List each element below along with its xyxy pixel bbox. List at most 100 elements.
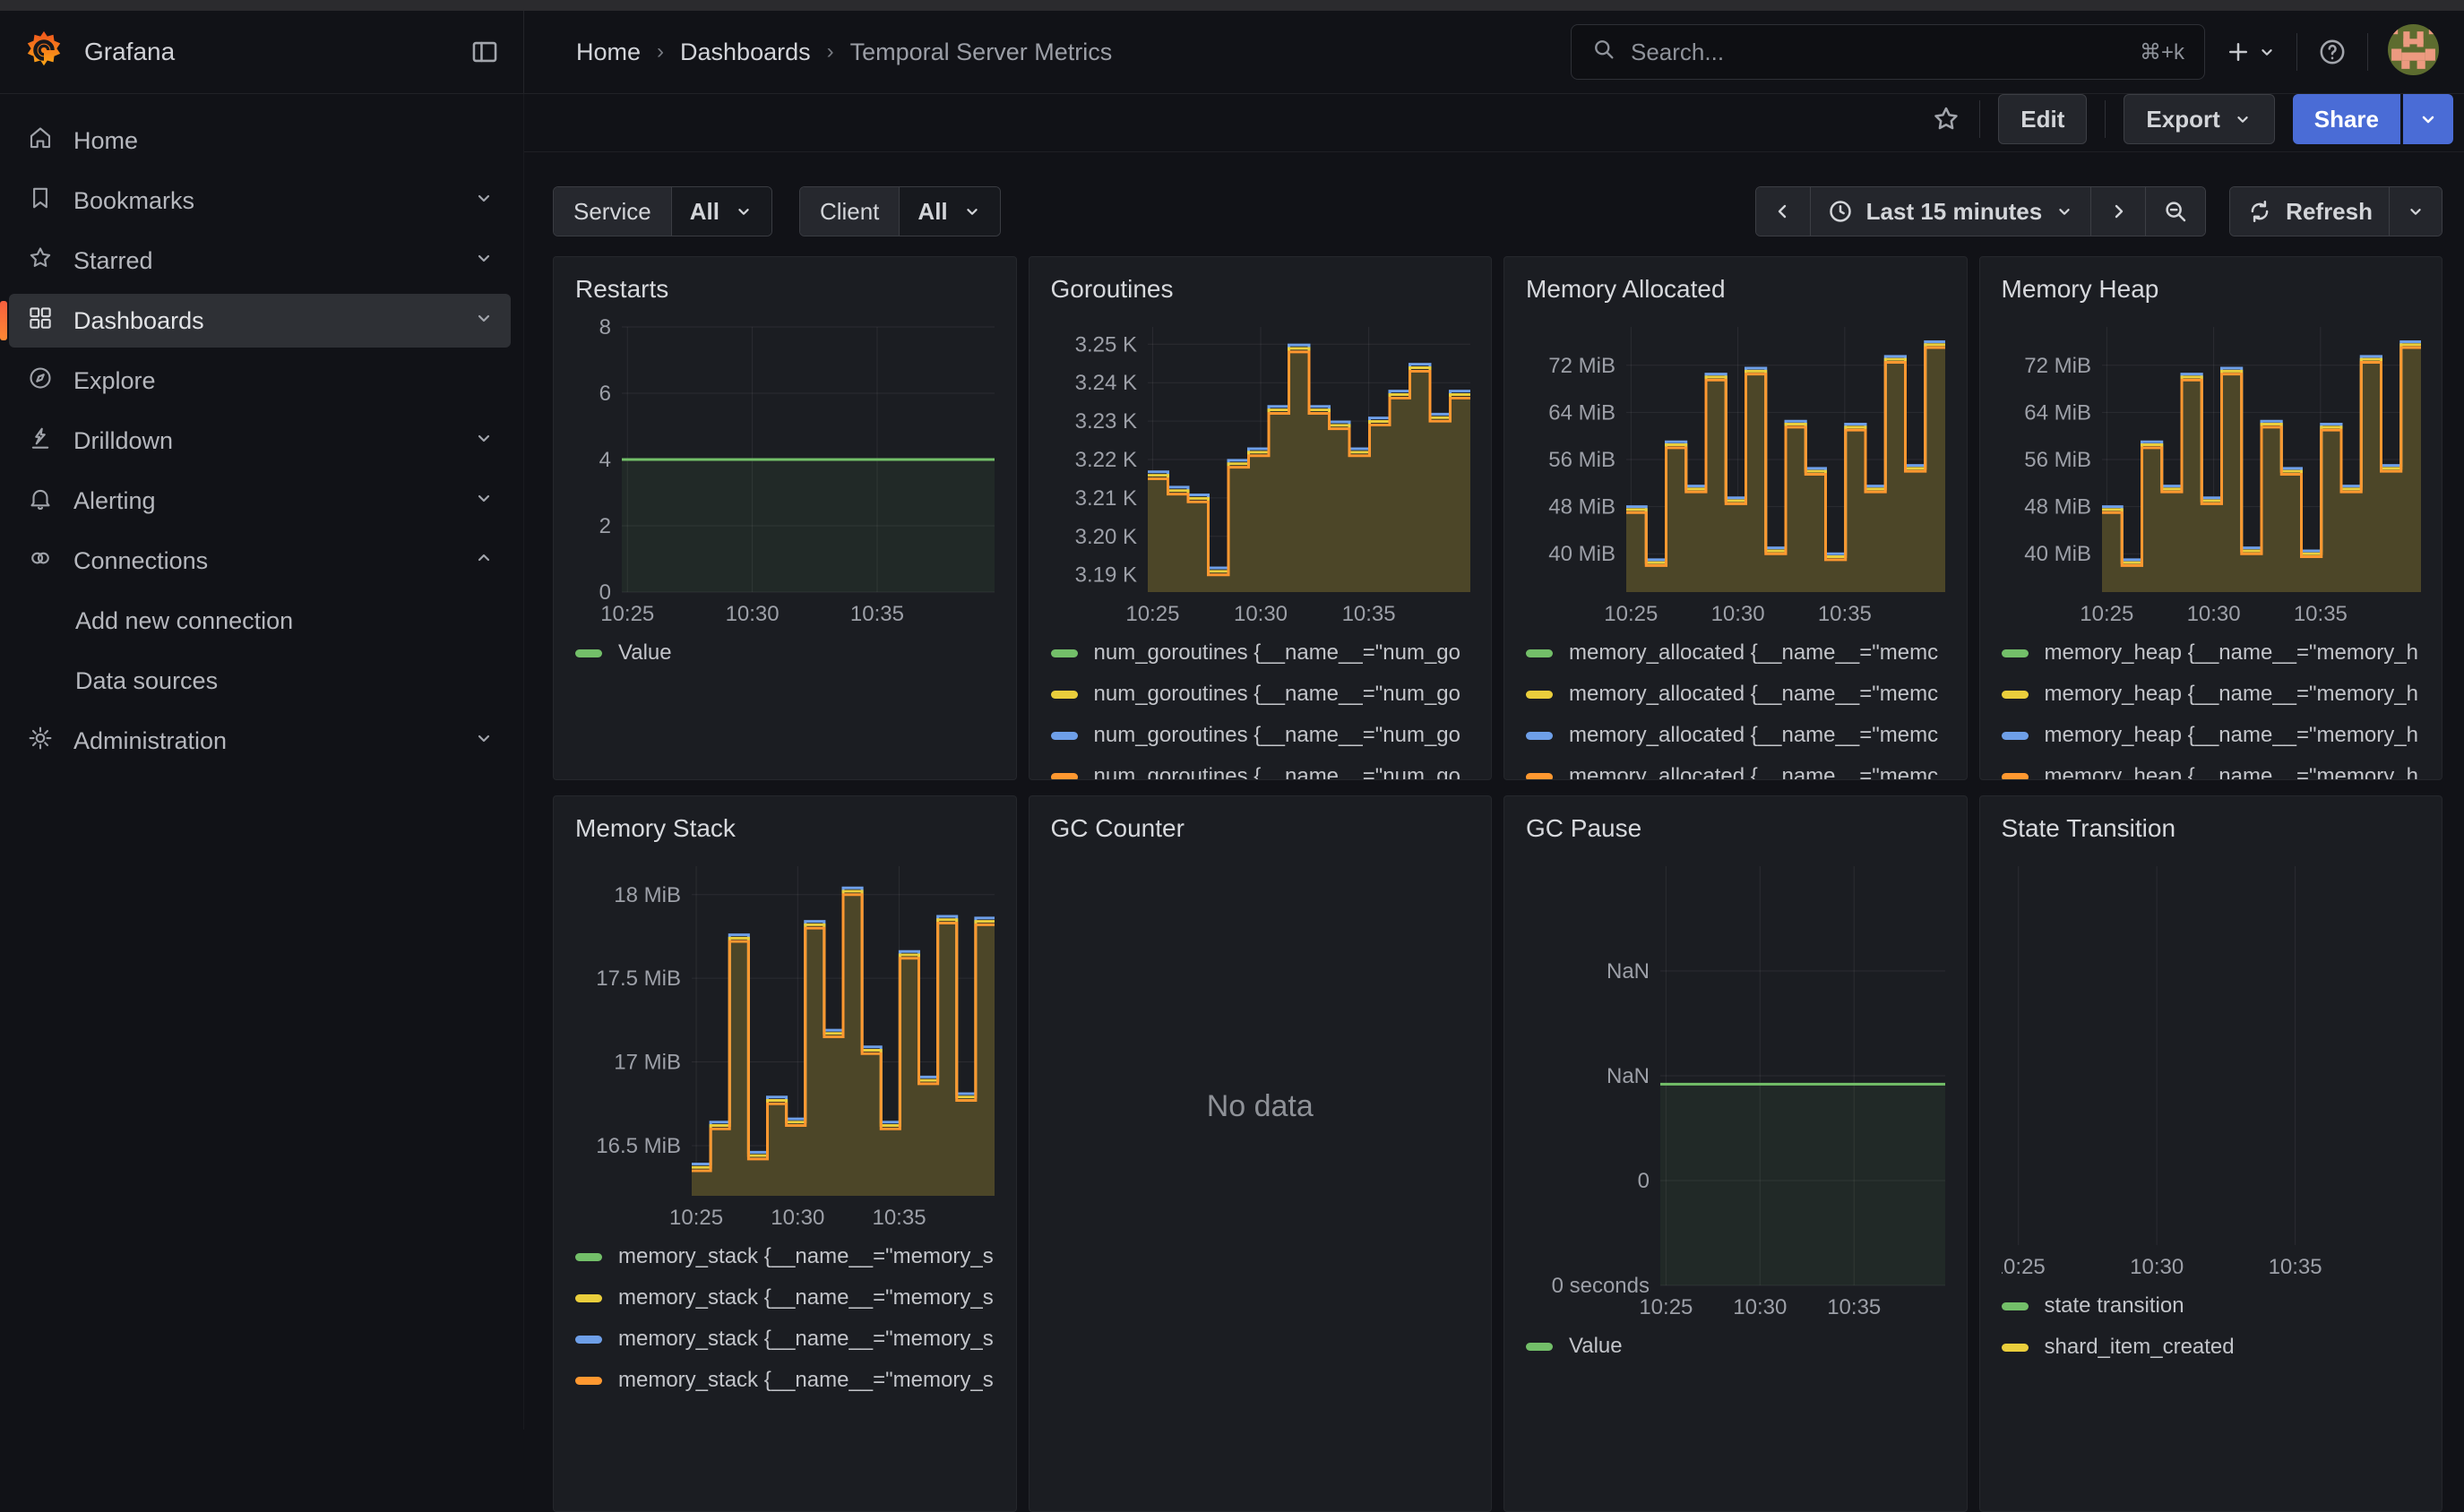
legend-item[interactable]: memory_allocated {__name__="memc: [1526, 674, 1945, 715]
legend-item[interactable]: memory_heap {__name__="memory_h: [2002, 756, 2421, 780]
help-button[interactable]: [2317, 37, 2348, 67]
svg-text:64 MiB: 64 MiB: [2024, 400, 2091, 425]
edit-button[interactable]: Edit: [1998, 94, 2087, 144]
sidebar-toggle-button[interactable]: [470, 37, 500, 67]
chevron-down-icon: [2417, 108, 2439, 130]
legend-label: memory_heap {__name__="memory_h: [2045, 723, 2418, 748]
client-filter[interactable]: Client All: [799, 186, 1001, 236]
legend-label: num_goroutines {__name__="num_go: [1094, 640, 1461, 666]
panel-title[interactable]: Memory Stack: [575, 814, 995, 843]
sidebar-item-dashboards[interactable]: Dashboards: [9, 294, 511, 348]
legend-item[interactable]: num_goroutines {__name__="num_go: [1051, 632, 1470, 674]
share-button[interactable]: Share: [2293, 94, 2400, 144]
svg-text:56 MiB: 56 MiB: [2024, 448, 2091, 472]
legend-item[interactable]: memory_allocated {__name__="memc: [1526, 632, 1945, 674]
sidebar-item-data-sources[interactable]: Data sources: [9, 654, 511, 708]
legend-label: Value: [618, 640, 672, 666]
export-button[interactable]: Export: [2124, 94, 2274, 144]
user-avatar[interactable]: [2388, 24, 2439, 80]
search-icon: [1591, 37, 1616, 62]
svg-text:10:30: 10:30: [1711, 602, 1765, 626]
legend-item[interactable]: memory_stack {__name__="memory_s: [575, 1360, 995, 1401]
home-icon: [27, 125, 54, 158]
legend-item[interactable]: memory_heap {__name__="memory_h: [2002, 674, 2421, 715]
chevron-down-icon[interactable]: [473, 307, 495, 335]
panel-title[interactable]: Memory Allocated: [1526, 275, 1945, 304]
chevron-down-icon[interactable]: [473, 487, 495, 515]
sidebar-item-connections[interactable]: Connections: [9, 534, 511, 588]
top-nav: Grafana Home › Dashboards › Temporal Ser…: [0, 11, 2464, 94]
legend-label: memory_heap {__name__="memory_h: [2045, 764, 2418, 780]
service-filter[interactable]: Service All: [553, 186, 772, 236]
search-box[interactable]: ⌘+k: [1571, 24, 2205, 80]
legend-item[interactable]: num_goroutines {__name__="num_go: [1051, 674, 1470, 715]
legend-item[interactable]: memory_stack {__name__="memory_s: [575, 1277, 995, 1319]
time-range-picker[interactable]: Last 15 minutes: [1810, 187, 2091, 236]
chevron-down-icon[interactable]: [473, 187, 495, 215]
legend-item[interactable]: num_goroutines {__name__="num_go: [1051, 756, 1470, 780]
svg-text:10:30: 10:30: [771, 1206, 824, 1230]
svg-text:3.22 K: 3.22 K: [1074, 448, 1136, 472]
breadcrumb-dashboards[interactable]: Dashboards: [680, 39, 811, 66]
window-top-strip: [0, 0, 2464, 11]
sidebar-item-starred[interactable]: Starred: [9, 234, 511, 288]
time-shift-forward-button[interactable]: [2090, 187, 2145, 236]
chart-memory-stack: 10:2510:3010:3518 MiB17.5 MiB17 MiB16.5 …: [575, 855, 995, 1232]
time-shift-back-button[interactable]: [1756, 187, 1810, 236]
legend-item[interactable]: memory_allocated {__name__="memc: [1526, 756, 1945, 780]
panel-title[interactable]: State Transition: [2002, 814, 2421, 843]
refresh-interval-button[interactable]: [2389, 187, 2442, 236]
avatar-image: [2388, 24, 2439, 75]
legend-label: num_goroutines {__name__="num_go: [1094, 764, 1461, 780]
legend-item[interactable]: Value: [575, 632, 995, 674]
dashboard-toolbar: Edit Export Share: [524, 94, 2464, 152]
chevron-down-icon[interactable]: [473, 427, 495, 455]
legend-item[interactable]: shard_item_created: [2002, 1327, 2421, 1368]
legend-item[interactable]: memory_stack {__name__="memory_s: [575, 1319, 995, 1360]
chevron-down-icon[interactable]: [473, 727, 495, 755]
legend-item[interactable]: memory_stack {__name__="memory_s: [575, 1236, 995, 1277]
panel-title[interactable]: GC Counter: [1051, 814, 1470, 843]
refresh-button[interactable]: Refresh: [2230, 187, 2389, 236]
legend-item[interactable]: state transition: [2002, 1285, 2421, 1327]
nav-right-section: ⌘+k: [1571, 24, 2464, 80]
sidebar-item-explore[interactable]: Explore: [9, 354, 511, 408]
sidebar-item-alerting[interactable]: Alerting: [9, 474, 511, 528]
svg-text:10:25: 10:25: [669, 1206, 723, 1230]
panel-title[interactable]: Goroutines: [1051, 275, 1470, 304]
chart-area: 10:2510:3010:3572 MiB64 MiB56 MiB48 MiB4…: [2002, 316, 2421, 632]
breadcrumb-home[interactable]: Home: [576, 39, 641, 66]
new-button[interactable]: [2225, 39, 2277, 65]
favorite-star-button[interactable]: [1931, 104, 1961, 134]
svg-text:0: 0: [599, 580, 611, 605]
legend-label: num_goroutines {__name__="num_go: [1094, 682, 1461, 707]
panel-left-icon: [470, 37, 500, 67]
sidebar-item-drilldown[interactable]: Drilldown: [9, 414, 511, 468]
legend-item[interactable]: memory_heap {__name__="memory_h: [2002, 632, 2421, 674]
share-options-button[interactable]: [2403, 94, 2453, 144]
legend-item[interactable]: memory_heap {__name__="memory_h: [2002, 715, 2421, 756]
chevron-down-icon: [962, 202, 982, 221]
chart-area: 10:2510:3010:3572 MiB64 MiB56 MiB48 MiB4…: [1526, 316, 1945, 632]
panel-title[interactable]: GC Pause: [1526, 814, 1945, 843]
time-zoom-out-button[interactable]: [2145, 187, 2205, 236]
sidebar-item-home[interactable]: Home: [9, 114, 511, 168]
sidebar-item-administration[interactable]: Administration: [9, 714, 511, 768]
panel-gc-pause: GC Pause10:2510:3010:35NaNNaN00 secondsV…: [1503, 795, 1968, 1512]
service-filter-value[interactable]: All: [672, 187, 771, 236]
legend-item[interactable]: memory_allocated {__name__="memc: [1526, 715, 1945, 756]
sidebar-item-bookmarks[interactable]: Bookmarks: [9, 174, 511, 228]
client-filter-value[interactable]: All: [900, 187, 999, 236]
search-input[interactable]: [1631, 39, 2125, 66]
legend-item[interactable]: num_goroutines {__name__="num_go: [1051, 715, 1470, 756]
divider: [1979, 100, 1980, 138]
panel-title[interactable]: Restarts: [575, 275, 995, 304]
legend-item[interactable]: Value: [1526, 1326, 1945, 1367]
sidebar-item-add-new-connection[interactable]: Add new connection: [9, 594, 511, 648]
legend-marker: [2002, 691, 2029, 699]
sidebar-item-label: Drilldown: [73, 427, 173, 455]
chevron-down-icon[interactable]: [473, 247, 495, 275]
chevron-up-icon[interactable]: [473, 547, 495, 575]
legend-marker: [1526, 1343, 1553, 1351]
panel-title[interactable]: Memory Heap: [2002, 275, 2421, 304]
